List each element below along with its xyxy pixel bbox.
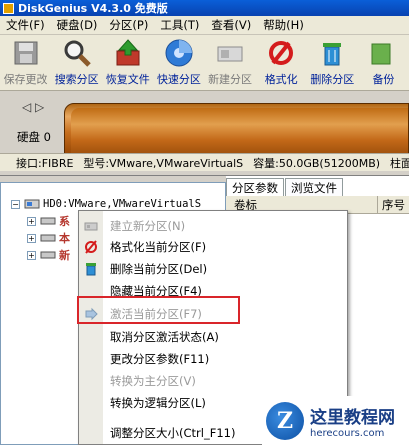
disk-capacity: 容量:50.0GB(51200MB) <box>253 156 381 170</box>
watermark-logo-icon: Z <box>266 401 304 440</box>
menu-item-convert-primary[interactable]: 转换为主分区(V) <box>79 370 347 392</box>
disk-model: 型号:VMware,VMwareVirtualS <box>83 156 244 170</box>
format-label: 格式化 <box>264 73 298 86</box>
expand-icon[interactable]: + <box>27 250 36 260</box>
quick-partition-icon <box>164 38 194 68</box>
tab-browse-files[interactable]: 浏览文件 <box>285 178 343 196</box>
title-bar: DiskGenius V4.3.0 免费版 <box>0 0 409 16</box>
quick-partition-label: 快速分区 <box>156 73 201 86</box>
menu-disk[interactable]: 硬盘(D) <box>51 17 104 33</box>
disk-label: 硬盘 0 <box>17 130 51 144</box>
delete-partition-label: 删除分区 <box>310 73 355 86</box>
trash-icon <box>79 258 103 280</box>
new-partition-icon <box>79 215 103 237</box>
recover-icon <box>113 38 143 68</box>
menu-partition[interactable]: 分区(P) <box>103 17 154 33</box>
magnifier-icon <box>62 38 92 68</box>
column-index[interactable]: 序号 <box>378 197 405 213</box>
save-changes-button[interactable]: 保存更改 <box>0 35 51 91</box>
backup-button[interactable]: 备份 <box>358 35 409 91</box>
new-partition-label: 新建分区 <box>208 73 253 86</box>
disk-interface: 接口:FIBRE <box>16 156 74 170</box>
toolbar: 保存更改 搜索分区 恢复文件 快速分区 新建分区 格式化 删除分区 备份 <box>0 35 409 91</box>
partition-icon <box>40 217 56 225</box>
watermark-name: 这里教程网 <box>310 407 395 428</box>
expand-icon[interactable]: + <box>27 233 36 243</box>
tree-item[interactable]: + 新 <box>27 247 70 263</box>
menu-item-change-params[interactable]: 更改分区参数(F11) <box>79 348 347 370</box>
recover-files-label: 恢复文件 <box>105 73 150 86</box>
new-partition-button[interactable]: 新建分区 <box>205 35 256 91</box>
menu-bar: 文件(F) 硬盘(D) 分区(P) 工具(T) 查看(V) 帮助(H) <box>0 16 409 35</box>
disk-info-bar: 接口:FIBRE 型号:VMware,VMwareVirtualS 容量:50.… <box>0 153 409 171</box>
tab-partition-params[interactable]: 分区参数 <box>226 178 284 196</box>
search-partition-button[interactable]: 搜索分区 <box>51 35 102 91</box>
tree-item-label: 系 <box>59 215 70 228</box>
tree-item-label: 新 <box>59 249 70 262</box>
menu-item-deactivate[interactable]: 取消分区激活状态(A) <box>79 326 347 348</box>
format-icon <box>79 236 103 258</box>
tab-strip: 分区参数 浏览文件 <box>226 178 344 196</box>
save-changes-label: 保存更改 <box>3 73 48 86</box>
tree-item[interactable]: + 本 <box>27 230 70 246</box>
watermark: Z 这里教程网 herecours.com <box>262 396 409 445</box>
disk-cylinder: 柱面 <box>390 156 409 170</box>
backup-label: 备份 <box>372 73 395 86</box>
menu-item-new-partition[interactable]: 建立新分区(N) <box>79 215 347 237</box>
format-button[interactable]: 格式化 <box>256 35 307 91</box>
partition-icon <box>40 251 56 259</box>
backup-icon <box>368 38 398 68</box>
quick-partition-button[interactable]: 快速分区 <box>153 35 204 91</box>
disk-icon <box>24 199 40 209</box>
recover-files-button[interactable]: 恢复文件 <box>102 35 153 91</box>
menu-view[interactable]: 查看(V) <box>205 17 257 33</box>
app-icon <box>3 2 14 14</box>
menu-item-format[interactable]: 格式化当前分区(F) <box>79 236 347 258</box>
menu-item-delete[interactable]: 删除当前分区(Del) <box>79 258 347 280</box>
window-title: DiskGenius V4.3.0 免费版 <box>18 2 168 15</box>
menu-help[interactable]: 帮助(H) <box>257 17 310 33</box>
partition-icon <box>40 234 56 242</box>
collapse-icon[interactable]: − <box>11 199 20 209</box>
format-icon <box>266 38 296 68</box>
watermark-url: herecours.com <box>310 427 385 439</box>
search-partition-label: 搜索分区 <box>54 73 99 86</box>
delete-icon <box>317 38 347 68</box>
expand-icon[interactable]: + <box>27 216 36 226</box>
save-icon <box>11 38 41 68</box>
disk-nav-arrows[interactable]: ◁ ▷ <box>22 100 44 114</box>
tree-item[interactable]: + 系 <box>27 213 70 229</box>
tree-item-label: 本 <box>59 232 70 245</box>
new-partition-icon <box>215 38 245 68</box>
delete-partition-button[interactable]: 删除分区 <box>307 35 358 91</box>
menu-file[interactable]: 文件(F) <box>0 17 51 33</box>
highlight-box <box>77 296 240 324</box>
menu-tools[interactable]: 工具(T) <box>154 17 205 33</box>
tree-root-label: HD0:VMware,VMwareVirtualS <box>43 198 202 210</box>
